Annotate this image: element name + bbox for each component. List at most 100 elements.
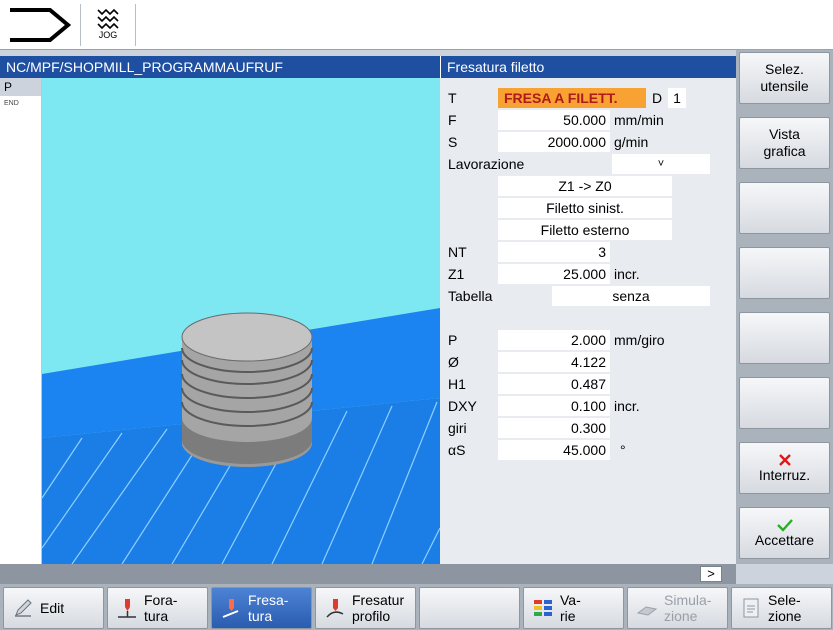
- selection-label-2: zione: [768, 608, 802, 624]
- jog-label: JOG: [98, 30, 118, 40]
- graphic-view-button[interactable]: Vista grafica: [739, 117, 830, 169]
- select-tool-label-2: utensile: [760, 78, 809, 94]
- d-field[interactable]: 1: [668, 88, 686, 108]
- z1-unit[interactable]: incr.: [614, 264, 640, 285]
- milling-button[interactable]: Fresa- tura: [211, 587, 312, 629]
- workpiece-cylinder: [181, 312, 313, 467]
- start-angle-label: αS: [448, 442, 466, 458]
- select-tool-button[interactable]: Selez. utensile: [739, 52, 830, 104]
- spindle-label: S: [448, 134, 458, 150]
- selection-label-1: Sele-: [768, 592, 801, 608]
- checkmark-icon: [776, 518, 793, 532]
- thread-type-field[interactable]: Filetto esterno: [498, 220, 672, 240]
- table-field[interactable]: senza: [552, 286, 710, 306]
- pencil-icon: [15, 599, 32, 617]
- simulation-icon: [636, 606, 658, 616]
- accept-button[interactable]: Accettare: [739, 507, 830, 559]
- softkey-empty-5[interactable]: [739, 312, 830, 364]
- nt-label: NT: [448, 244, 467, 260]
- program-block-end[interactable]: END: [0, 100, 41, 107]
- simulation-button[interactable]: Simula- zione: [627, 587, 728, 629]
- feed-field[interactable]: 50.000: [498, 110, 610, 130]
- simulation-label-2: zione: [664, 608, 698, 624]
- selection-label: Sele- zione: [768, 592, 801, 624]
- select-tool-label-1: Selez.: [765, 61, 804, 77]
- top-bar: JOG: [0, 0, 833, 50]
- milling-label-1: Fresa-: [248, 592, 289, 608]
- jog-mode-indicator: JOG: [80, 4, 136, 46]
- z1-field[interactable]: 25.000: [498, 264, 610, 284]
- softkey-empty-3[interactable]: [739, 182, 830, 234]
- table-label: Tabella: [448, 288, 493, 304]
- nc-file-icon: [743, 598, 759, 618]
- machining-dropdown[interactable]: ˅: [612, 154, 710, 174]
- diameter-field[interactable]: 4.122: [498, 352, 610, 372]
- drilling-label-1: Fora-: [144, 592, 178, 608]
- cross-icon: [778, 453, 791, 466]
- milling-label-2: tura: [248, 608, 273, 624]
- graphic-view: [42, 78, 440, 564]
- revolutions-label: giri: [448, 420, 467, 436]
- softkey-bottom-empty[interactable]: [419, 587, 520, 629]
- page-title: Fresatura filetto: [440, 56, 736, 78]
- contour-milling-icon: [326, 599, 344, 618]
- pitch-field[interactable]: 2.000: [498, 330, 610, 350]
- more-button[interactable]: >: [700, 566, 722, 582]
- dxy-unit[interactable]: incr.: [614, 396, 640, 417]
- pitch-label: P: [448, 332, 458, 348]
- machining-label: Lavorazione: [448, 156, 525, 172]
- start-angle-field[interactable]: 45.000: [498, 440, 610, 460]
- tool-field[interactable]: FRESA A FILETT.: [498, 88, 646, 108]
- thread-direction-field[interactable]: Filetto sinist.: [498, 198, 672, 218]
- dxy-label: DXY: [448, 398, 477, 414]
- spindle-field[interactable]: 2000.000: [498, 132, 610, 152]
- direction-field[interactable]: Z1 -> Z0: [498, 176, 672, 196]
- status-line: >: [0, 564, 736, 584]
- h1-label: H1: [448, 376, 466, 392]
- various-button[interactable]: Va- rie: [523, 587, 624, 629]
- horizontal-softkey-bar: Edit Fora- tura Fresa- tura Fresatur pro…: [0, 584, 833, 630]
- d-label: D: [652, 90, 663, 106]
- drilling-label: Fora- tura: [144, 592, 177, 624]
- various-label-1: Va-: [560, 592, 581, 608]
- feed-label: F: [448, 112, 457, 128]
- various-label-2: rie: [560, 608, 576, 624]
- various-icon: [534, 600, 552, 616]
- vertical-softkey-bar: Selez. utensile Vista grafica Interruz. …: [736, 50, 833, 564]
- edit-button[interactable]: Edit: [3, 587, 104, 629]
- abort-label: Interruz.: [758, 466, 811, 483]
- accept-label: Accettare: [754, 531, 815, 548]
- program-block-current[interactable]: P: [0, 78, 41, 96]
- contour-milling-button[interactable]: Fresatur profilo: [315, 587, 416, 629]
- parameter-form: T FRESA A FILETT. D 1 F 50.000 mm/min S …: [440, 78, 736, 564]
- tool-label: T: [448, 90, 457, 106]
- z1-label: Z1: [448, 266, 465, 282]
- abort-button[interactable]: Interruz.: [739, 442, 830, 494]
- softkey-empty-6[interactable]: [739, 377, 830, 429]
- pitch-unit[interactable]: mm/giro: [614, 330, 665, 351]
- simulation-label-1: Simula-: [664, 592, 712, 608]
- various-label: Va- rie: [560, 592, 581, 624]
- h1-field[interactable]: 0.487: [498, 374, 610, 394]
- milling-icon: [222, 599, 239, 618]
- drilling-button[interactable]: Fora- tura: [107, 587, 208, 629]
- simulation-label: Simula- zione: [664, 592, 711, 624]
- selection-button[interactable]: Sele- zione: [731, 587, 832, 629]
- revolutions-field[interactable]: 0.300: [498, 418, 610, 438]
- machine-area-arrow-icon[interactable]: [6, 4, 76, 46]
- nt-field[interactable]: 3: [498, 242, 610, 262]
- contour-milling-label-2: profilo: [352, 608, 391, 624]
- program-block-list: P END: [0, 78, 42, 564]
- jog-wave-icon: [97, 8, 119, 30]
- thread-milling-preview-graphic: [42, 308, 440, 564]
- drilling-label-2: tura: [144, 608, 169, 624]
- feed-unit[interactable]: mm/min: [614, 110, 664, 131]
- softkey-empty-4[interactable]: [739, 247, 830, 299]
- milling-label: Fresa- tura: [248, 592, 288, 624]
- spindle-unit[interactable]: g/min: [614, 132, 648, 153]
- graphic-view-label-1: Vista: [769, 126, 800, 142]
- contour-milling-label-1: Fresatur: [352, 592, 405, 608]
- dxy-field[interactable]: 0.100: [498, 396, 610, 416]
- start-angle-unit: °: [620, 442, 626, 458]
- graphic-view-label-2: grafica: [763, 143, 806, 159]
